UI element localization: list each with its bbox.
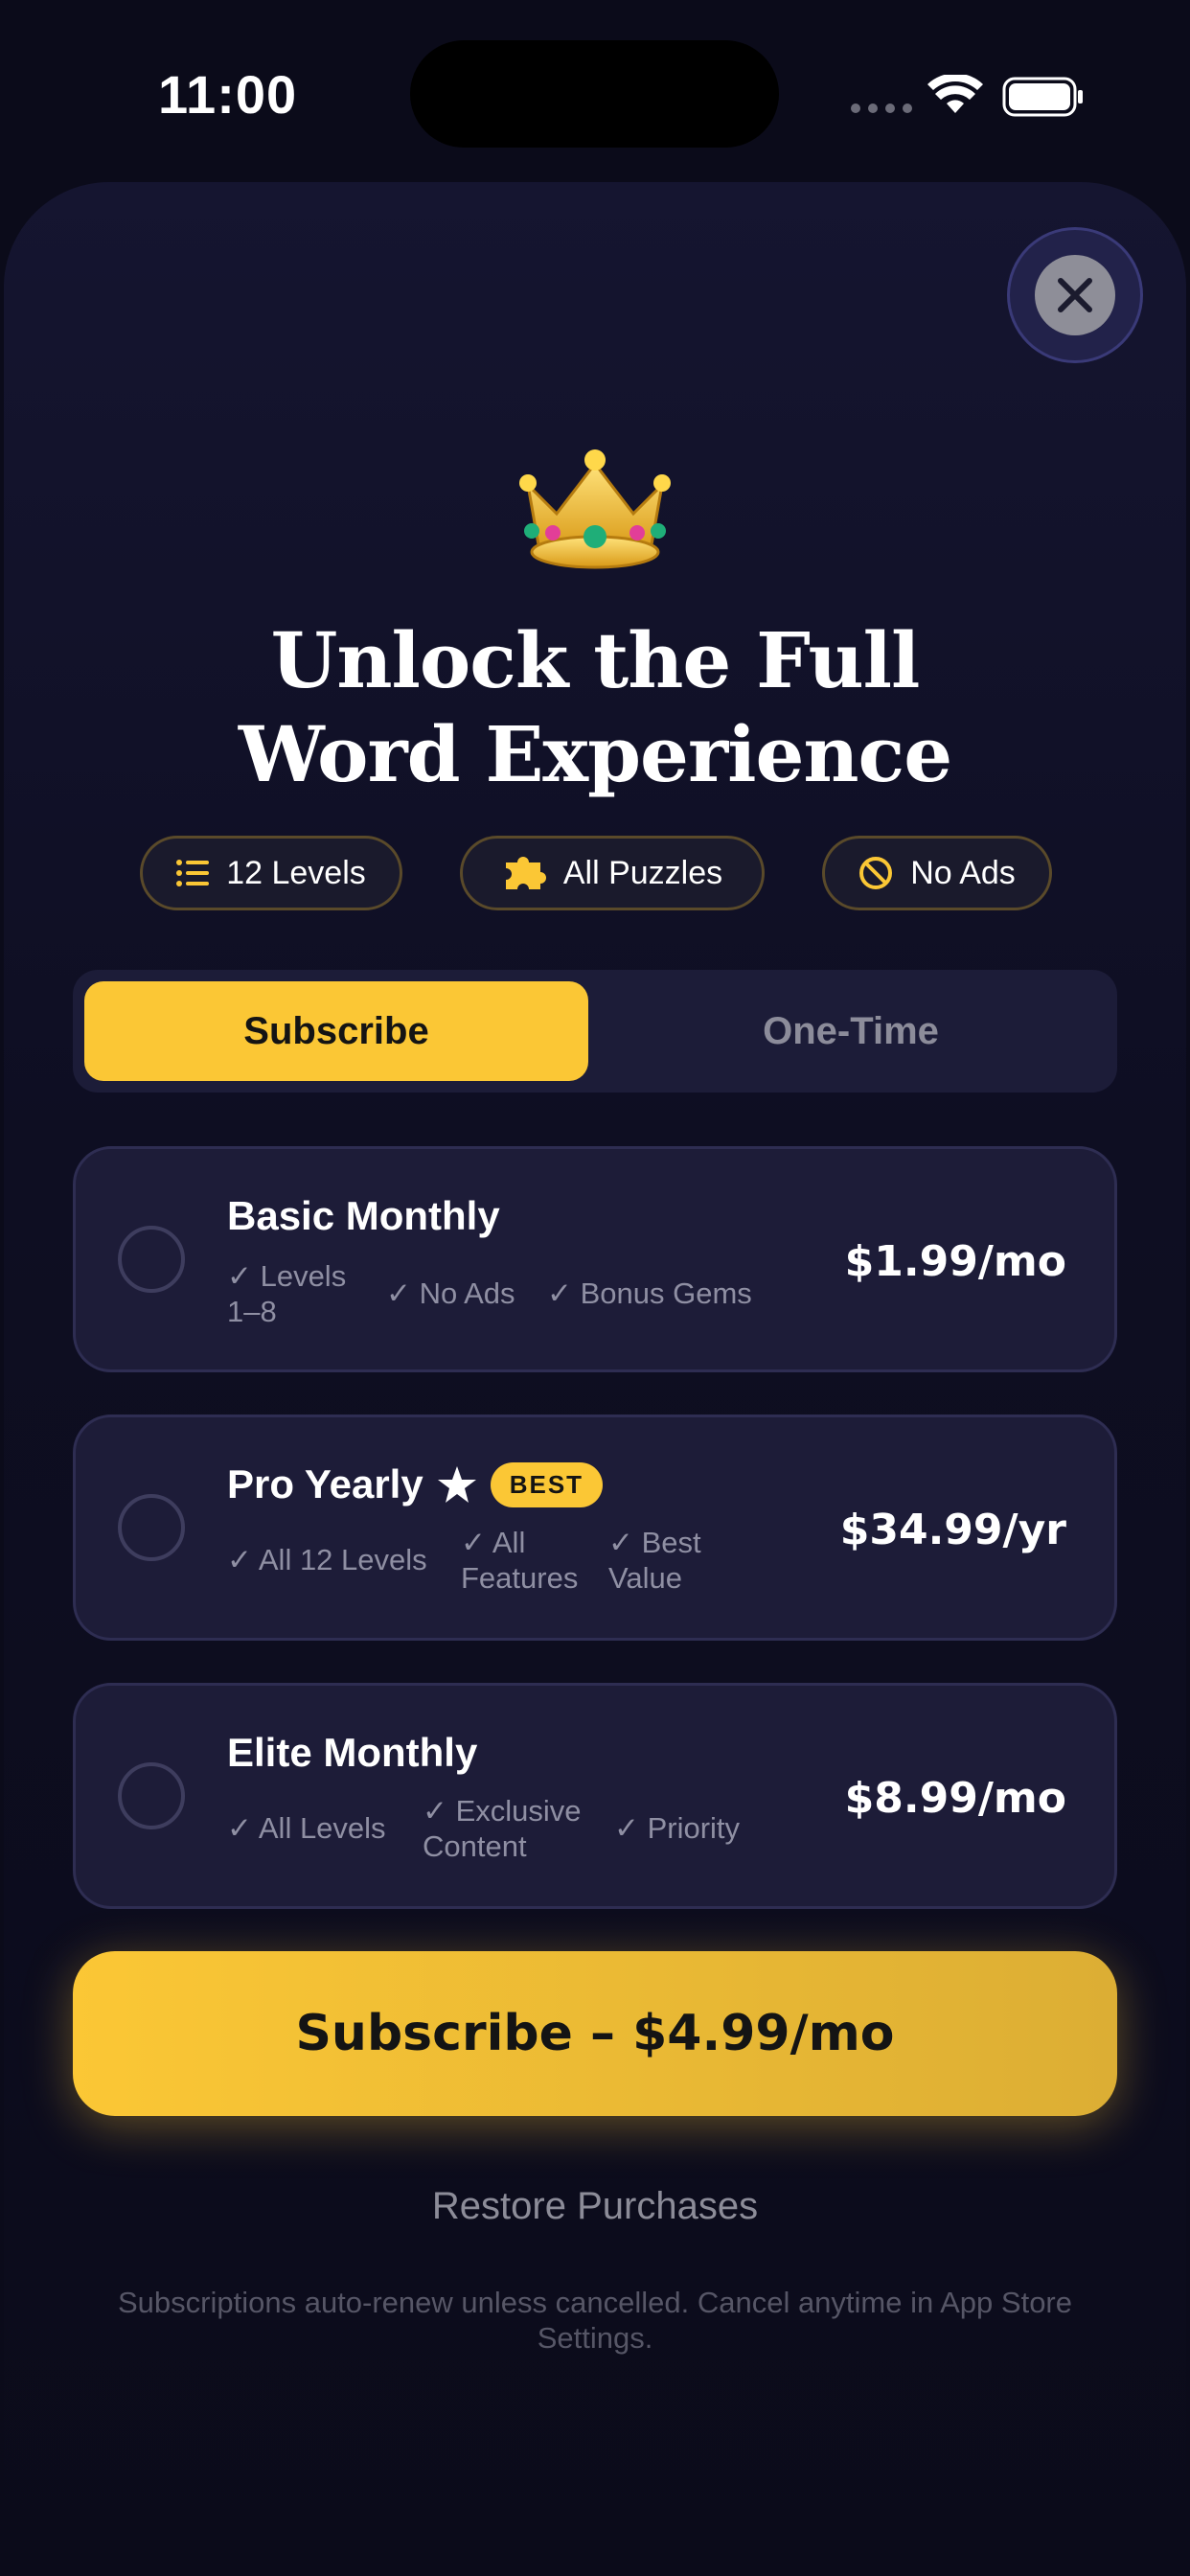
star-icon	[437, 1466, 476, 1503]
paywall-screen: 11:00 Unlock the Full Word Experience 12…	[0, 0, 1190, 2576]
list-icon	[176, 860, 210, 886]
chip-label: 12 Levels	[226, 854, 366, 891]
restore-purchases-link[interactable]: Restore Purchases	[0, 2185, 1190, 2228]
plan-feature: ✓ No Ads	[386, 1276, 515, 1310]
chip-puzzles: All Puzzles	[460, 836, 765, 910]
tab-subscribe[interactable]: Subscribe	[84, 981, 588, 1081]
chip-label: No Ads	[910, 854, 1016, 891]
plan-feature: ✓ Best Value	[608, 1526, 701, 1595]
plan-feature: ✓ All Levels	[227, 1811, 386, 1845]
chip-label: All Puzzles	[562, 854, 723, 891]
plan-feature: ✓ All Features	[461, 1526, 579, 1595]
crown-icon	[519, 449, 671, 569]
close-icon	[1058, 278, 1092, 312]
plan-price: $8.99/mo	[844, 1774, 1066, 1823]
chip-no-ads: No Ads	[822, 836, 1052, 910]
no-ads-icon	[859, 857, 893, 889]
plan-price: $34.99/yr	[839, 1506, 1066, 1554]
status-time: 11:00	[158, 64, 298, 125]
plan-feature: ✓ Priority	[614, 1811, 741, 1845]
plan-card-elite-monthly[interactable]: Elite Monthly ✓ All Levels ✓ Exclusive C…	[73, 1683, 1117, 1909]
tab-one-time[interactable]: One-Time	[596, 981, 1106, 1081]
legal-text: Subscriptions auto-renew unless cancelle…	[118, 2286, 1072, 2355]
plan-feature: ✓ Levels 1–8	[227, 1259, 347, 1328]
plan-card-basic-monthly[interactable]: Basic Monthly ✓ Levels 1–8 ✓ No Ads ✓ Bo…	[73, 1146, 1117, 1372]
plan-card-pro-yearly[interactable]: Pro Yearly BEST ✓ All 12 Levels ✓ All Fe…	[73, 1414, 1117, 1641]
plan-radio[interactable]	[118, 1226, 185, 1293]
cellular-signal-icon	[851, 104, 912, 113]
puzzle-icon	[505, 857, 546, 889]
page-title: Unlock the Full Word Experience	[238, 615, 952, 799]
chip-levels: 12 Levels	[140, 836, 402, 910]
plan-name: Basic Monthly	[227, 1193, 500, 1238]
plan-price: $1.99/mo	[844, 1237, 1066, 1286]
battery-icon	[1002, 77, 1083, 117]
plan-type-segmented-control: Subscribe One-Time	[73, 970, 1117, 1092]
wifi-icon	[927, 75, 983, 113]
plan-feature: ✓ Bonus Gems	[547, 1276, 752, 1310]
plan-feature: ✓ All 12 Levels	[227, 1543, 427, 1576]
plan-radio[interactable]	[118, 1762, 185, 1829]
plan-feature: ✓ Exclusive Content	[423, 1794, 582, 1863]
dynamic-island	[410, 40, 779, 148]
best-badge: BEST	[490, 1461, 604, 1507]
close-button[interactable]	[1010, 230, 1140, 360]
plan-radio[interactable]	[118, 1494, 185, 1561]
plan-name: Pro Yearly BEST	[227, 1461, 604, 1507]
plan-name: Elite Monthly	[227, 1730, 478, 1775]
subscribe-button[interactable]: Subscribe – $4.99/mo	[73, 1951, 1117, 2116]
